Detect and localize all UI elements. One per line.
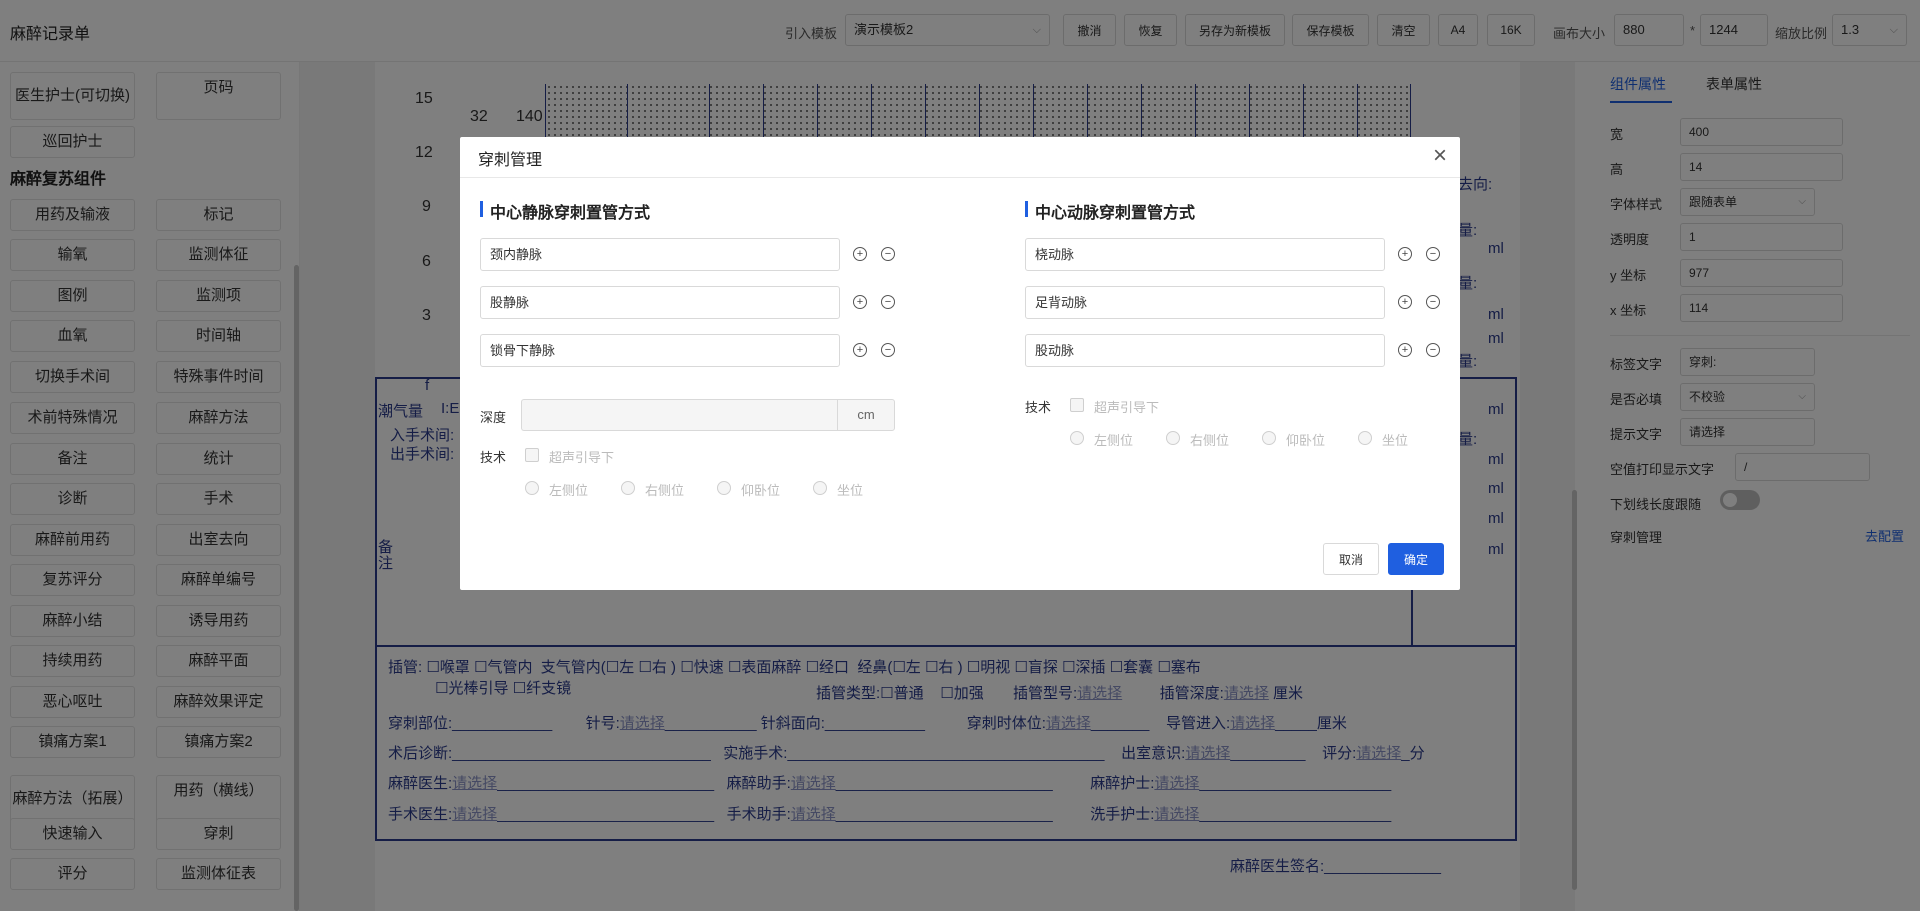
plus-circle-icon[interactable]: + <box>853 343 867 357</box>
minus-circle-icon[interactable]: − <box>1426 295 1440 309</box>
depth-label: 深度 <box>480 410 507 425</box>
position-label: 仰卧位 <box>741 483 781 498</box>
plus-circle-icon[interactable]: + <box>853 247 867 261</box>
minus-circle-icon[interactable]: − <box>881 295 895 309</box>
position-radio[interactable] <box>1358 431 1372 445</box>
minus-circle-icon[interactable]: − <box>881 343 895 357</box>
position-label: 左侧位 <box>1094 433 1134 448</box>
minus-circle-icon[interactable]: − <box>881 247 895 261</box>
venous-method-input[interactable]: 颈内静脉 <box>480 238 840 271</box>
position-label: 坐位 <box>837 483 864 498</box>
technique-label: 技术 <box>1025 400 1052 415</box>
ultrasound-checkbox[interactable] <box>525 448 539 462</box>
position-label: 仰卧位 <box>1286 433 1326 448</box>
plus-circle-icon[interactable]: + <box>1398 295 1412 309</box>
arterial-method-input[interactable]: 足背动脉 <box>1025 286 1385 319</box>
dialog-title: 穿刺管理 <box>478 152 543 169</box>
plus-circle-icon[interactable]: + <box>853 295 867 309</box>
technique-label: 技术 <box>480 450 507 465</box>
puncture-management-dialog: 穿刺管理 × 中心静脉穿刺置管方式 颈内静脉 + − 股静脉 + − 锁骨下静脉… <box>460 137 1460 590</box>
position-radio[interactable] <box>717 481 731 495</box>
venous-method-input[interactable]: 锁骨下静脉 <box>480 334 840 367</box>
position-label: 右侧位 <box>1190 433 1230 448</box>
venous-method-input[interactable]: 股静脉 <box>480 286 840 319</box>
confirm-button[interactable]: 确定 <box>1388 543 1444 575</box>
close-icon[interactable]: × <box>1428 144 1452 169</box>
position-radio[interactable] <box>1070 431 1084 445</box>
arterial-section-title: 中心动脉穿刺置管方式 <box>1025 199 1195 223</box>
position-radio[interactable] <box>813 481 827 495</box>
venous-section-title: 中心静脉穿刺置管方式 <box>480 199 650 223</box>
position-radio[interactable] <box>1166 431 1180 445</box>
ultrasound-label: 超声引导下 <box>549 450 615 465</box>
depth-input[interactable] <box>521 399 837 431</box>
cancel-button[interactable]: 取消 <box>1323 543 1379 575</box>
arterial-method-input[interactable]: 股动脉 <box>1025 334 1385 367</box>
position-radio[interactable] <box>621 481 635 495</box>
plus-circle-icon[interactable]: + <box>1398 343 1412 357</box>
minus-circle-icon[interactable]: − <box>1426 247 1440 261</box>
ultrasound-label: 超声引导下 <box>1094 400 1160 415</box>
arterial-method-input[interactable]: 桡动脉 <box>1025 238 1385 271</box>
position-label: 坐位 <box>1382 433 1409 448</box>
position-label: 右侧位 <box>645 483 685 498</box>
position-radio[interactable] <box>525 481 539 495</box>
position-radio[interactable] <box>1262 431 1276 445</box>
plus-circle-icon[interactable]: + <box>1398 247 1412 261</box>
minus-circle-icon[interactable]: − <box>1426 343 1440 357</box>
ultrasound-checkbox[interactable] <box>1070 398 1084 412</box>
depth-unit: cm <box>837 399 895 431</box>
position-label: 左侧位 <box>549 483 589 498</box>
divider <box>460 177 1460 178</box>
